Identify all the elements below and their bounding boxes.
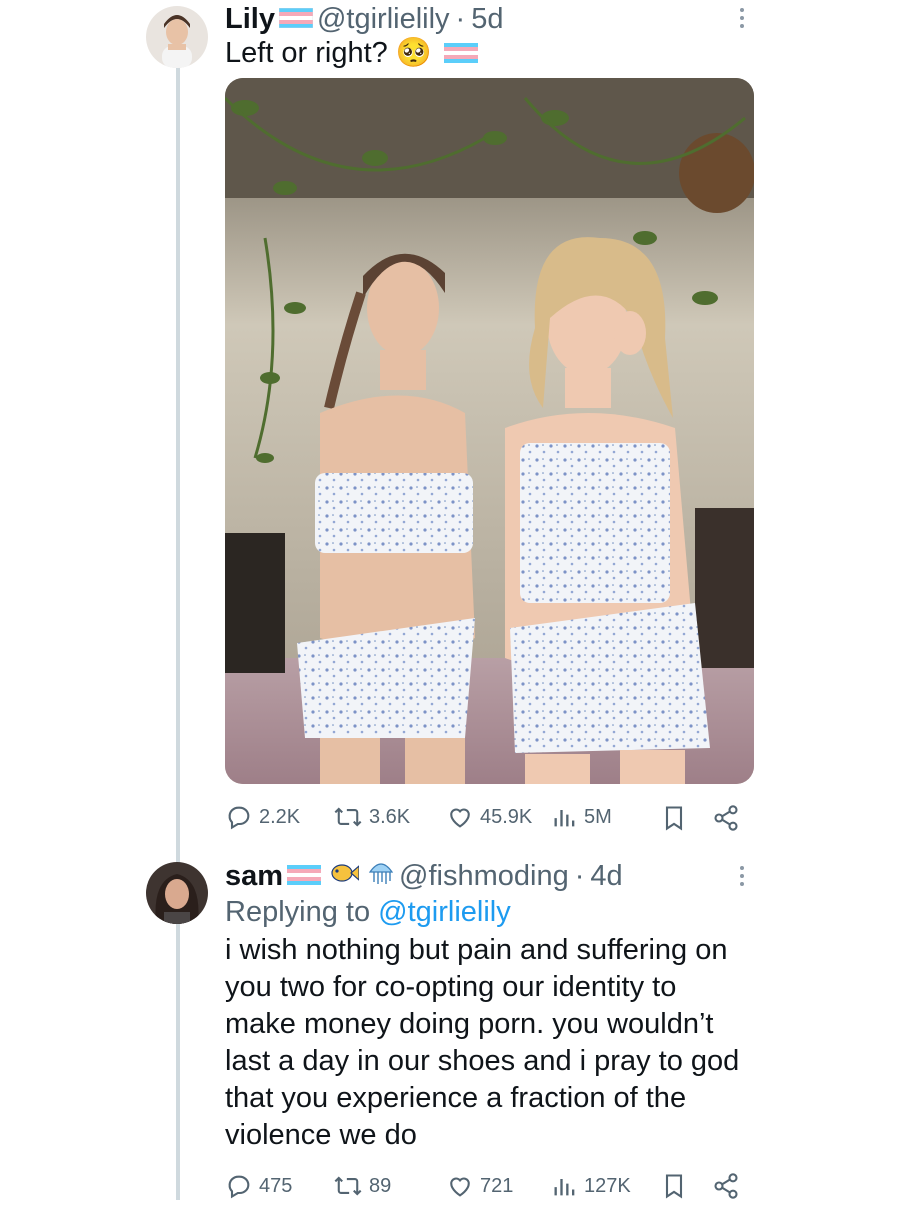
replying-to-line: Replying to @tgirlielily (225, 894, 511, 931)
replying-prefix: Replying to (225, 896, 371, 928)
share-icon[interactable] (712, 804, 740, 837)
like-icon (450, 808, 470, 828)
more-icon[interactable] (728, 4, 756, 32)
reply-text-line: you two for co-opting our identity to (225, 971, 677, 1003)
views-button[interactable]: 127K (552, 1172, 631, 1200)
author-name[interactable]: Lily (225, 2, 275, 36)
reply-author-name[interactable]: sam (225, 859, 283, 893)
like-count: 45.9K (480, 805, 533, 828)
like-button[interactable]: 721 (446, 1172, 513, 1200)
lily-avatar[interactable] (146, 6, 208, 68)
separator-dot: · (574, 860, 585, 892)
post-text-row: Left or right? 🥺 (225, 35, 482, 73)
reply-author-handle[interactable]: @fishmoding (399, 859, 569, 893)
share-icon[interactable] (712, 1172, 740, 1205)
reply-button[interactable]: 2.2K (225, 803, 300, 831)
views-count: 127K (584, 1174, 631, 1197)
reply-text-line: violence we do (225, 1119, 417, 1151)
post-text: Left or right? (225, 37, 388, 69)
reply-count: 475 (259, 1174, 293, 1197)
separator-dot: · (455, 3, 466, 35)
more-icon[interactable] (728, 862, 756, 890)
post-age[interactable]: 5d (471, 2, 503, 36)
sam-avatar[interactable] (146, 862, 208, 924)
trans-flag-icon (278, 2, 314, 36)
views-count: 5M (584, 805, 612, 828)
reply-text-line: i wish nothing but pain and suffering on (225, 934, 728, 966)
reply-count: 2.2K (259, 805, 301, 828)
post-media-image[interactable] (225, 78, 754, 784)
reply-text-line: last a day in our shoes and i pray to go… (225, 1045, 740, 1077)
post-header: Lily @tgirlielily · 5d (225, 2, 503, 36)
like-icon (450, 1177, 470, 1197)
repost-button[interactable]: 3.6K (333, 803, 410, 831)
repost-icon (334, 1176, 362, 1196)
bookmark-icon[interactable] (662, 804, 686, 837)
reply-text: i wish nothing but pain and suffering on… (225, 932, 739, 1154)
reply-header: sam @fishmoding · 4d (225, 858, 623, 894)
reply-age[interactable]: 4d (590, 859, 622, 893)
replying-to-link[interactable]: @tgirlielily (378, 896, 511, 928)
reply-icon (228, 1175, 250, 1199)
repost-count: 89 (369, 1174, 392, 1197)
reply-text-line: make money doing porn. you wouldn’t (225, 1008, 714, 1040)
jellyfish-icon (367, 858, 395, 894)
bookmark-icon[interactable] (662, 1172, 686, 1205)
reply-button[interactable]: 475 (225, 1172, 292, 1200)
photo-illustration (225, 78, 754, 784)
views-icon (554, 810, 575, 827)
repost-button[interactable]: 89 (333, 1172, 391, 1200)
pleading-emoji: 🥺 (395, 37, 432, 69)
like-count: 721 (480, 1174, 514, 1197)
views-button[interactable]: 5M (552, 803, 612, 831)
trans-flag-icon (444, 36, 479, 73)
repost-count: 3.6K (369, 805, 411, 828)
thread-line (176, 68, 180, 1200)
like-button[interactable]: 45.9K (446, 803, 532, 831)
reply-icon (228, 806, 250, 830)
trans-flag-icon (287, 859, 322, 893)
reply-text-line: that you experience a fraction of the (225, 1082, 687, 1114)
fish-icon (329, 859, 360, 893)
author-handle[interactable]: @tgirlielily (317, 2, 450, 36)
views-icon (554, 1179, 575, 1196)
repost-icon (334, 807, 362, 827)
